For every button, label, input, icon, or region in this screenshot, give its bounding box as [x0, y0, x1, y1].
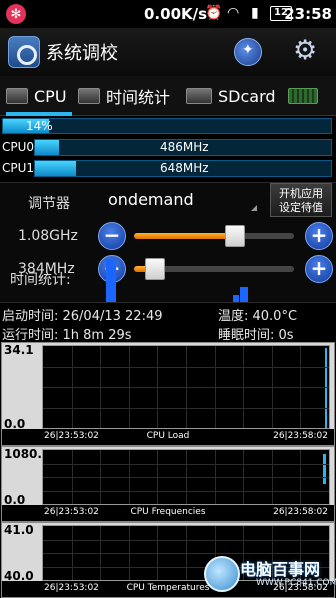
graph-data-line — [323, 454, 326, 484]
cpu0-label: CPU0 — [2, 140, 35, 154]
min-frequency-slider[interactable] — [134, 258, 294, 280]
graph-plot-area — [42, 345, 330, 429]
graph-footer: 26|23:53:02 CPU Load 26|23:58:02 — [2, 429, 334, 445]
grid-line — [43, 490, 329, 492]
tab-label: 时间统计 — [106, 88, 171, 107]
timer-icon — [78, 88, 100, 104]
min-slider-handle[interactable] — [144, 258, 165, 280]
app-notification-icon: ✻ — [6, 4, 26, 24]
total-usage-text: 14% — [26, 119, 53, 133]
apply-on-boot-button[interactable]: 开机应用 设定待值 — [270, 183, 332, 217]
app-logo-icon — [8, 36, 40, 68]
wifi-icon: ◠ — [227, 5, 240, 21]
total-usage-row: 14% — [0, 118, 336, 135]
grid-line — [43, 387, 329, 388]
tab-label: SDcard — [218, 86, 276, 106]
sdcard-icon — [186, 88, 212, 104]
alarm-icon: ⏰ — [205, 5, 223, 21]
tab-cpu[interactable]: CPU — [6, 76, 72, 116]
max-plus-button[interactable]: + — [305, 222, 333, 250]
boot-button-label: 开机应用 设定待值 — [279, 187, 323, 214]
graph-end-time: 26|23:58:02 — [273, 507, 328, 517]
governor-label: 调节器 — [28, 196, 70, 212]
status-bar: ✻ 0.00K/s ⏰ ◠ ▮ 12 23:58 — [0, 0, 336, 28]
cpu1-frequency: 648MHz — [160, 161, 209, 175]
memory-icon — [288, 88, 318, 104]
network-speed: 0.00K/s — [144, 5, 208, 23]
max-minus-button[interactable]: − — [98, 222, 126, 250]
graph-y-max: 41.0 — [4, 523, 34, 537]
grid-line — [43, 407, 329, 409]
dropdown-arrow-icon — [251, 205, 257, 211]
cpu-usage-panel: 14% CPU0 486MHz CPU1 648MHz — [0, 118, 336, 180]
cpu0-fill — [35, 140, 59, 155]
cpu-chip-icon — [6, 88, 28, 104]
cpu-load-graph: 34.1 0.0 26|23:53:02 CPU Load 26|23:58:0… — [1, 342, 335, 446]
graph-plot-area — [42, 449, 330, 505]
graph-data-line — [325, 348, 327, 428]
grid-line — [43, 463, 329, 465]
app-title-bar: 系统调校 ⚙ — [0, 28, 336, 76]
grid-line — [43, 366, 329, 368]
tab-label: CPU — [34, 86, 67, 106]
tab-time-stats[interactable]: 时间统计 — [78, 76, 182, 116]
cpu0-frequency: 486MHz — [160, 140, 209, 154]
tab-memory[interactable] — [288, 76, 336, 116]
histogram-bar — [106, 259, 116, 303]
run-time: 运行时间: 1h 8m 29s — [2, 328, 132, 343]
boot-time: 启动时间: 26/04/13 22:49 — [2, 309, 163, 324]
sleep-time: 睡眠时间: 0s — [218, 328, 294, 343]
min-plus-button[interactable]: + — [305, 255, 333, 283]
grid-line — [43, 539, 329, 541]
max-frequency-label: 1.08GHz — [18, 228, 78, 244]
governor-panel: 调节器 ondemand 开机应用 设定待值 1.08GHz − + 384MHz… — [0, 182, 336, 303]
cpu-frequencies-graph: 1080.0 0.0 26|23:53:02 CPU Frequencies 2… — [1, 446, 335, 522]
watermark: 电脑百事网 WWW.PC841.COM — [200, 552, 336, 596]
governor-select[interactable]: ondemand — [108, 190, 194, 209]
signal-icon: ▮ — [251, 5, 259, 21]
settings-gear-icon[interactable]: ⚙ — [293, 36, 317, 66]
time-stats-label: 时间统计: — [10, 272, 71, 288]
page-title: 系统调校 — [46, 43, 118, 64]
tab-bar: CPU 时间统计 SDcard — [0, 76, 336, 116]
cpu0-row: CPU0 486MHz — [0, 139, 336, 156]
clock: 23:58 — [284, 5, 332, 23]
max-frequency-slider[interactable] — [134, 225, 294, 247]
grid-line — [43, 477, 329, 478]
graph-y-max: 34.1 — [4, 343, 34, 357]
system-info-panel: 启动时间: 26/04/13 22:49 温度: 40.0°C 运行时间: 1h… — [0, 302, 336, 343]
max-slider-handle[interactable] — [224, 225, 245, 247]
cpu1-row: CPU1 648MHz — [0, 160, 336, 177]
watermark-url: WWW.PC841.COM — [256, 578, 336, 588]
cpu1-fill — [35, 161, 77, 176]
graph-footer: 26|23:53:02 CPU Frequencies 26|23:58:02 — [2, 505, 334, 521]
boost-icon[interactable] — [234, 38, 262, 66]
cpu1-label: CPU1 — [2, 161, 35, 175]
watermark-text: 电脑百事网 — [240, 560, 321, 579]
histogram-bar — [240, 287, 248, 303]
tab-sdcard[interactable]: SDcard — [186, 76, 284, 116]
watermark-logo-icon — [204, 556, 240, 592]
temperature: 温度: 40.0°C — [218, 309, 298, 324]
graph-end-time: 26|23:58:02 — [273, 431, 328, 441]
max-slider-fill — [134, 233, 235, 239]
